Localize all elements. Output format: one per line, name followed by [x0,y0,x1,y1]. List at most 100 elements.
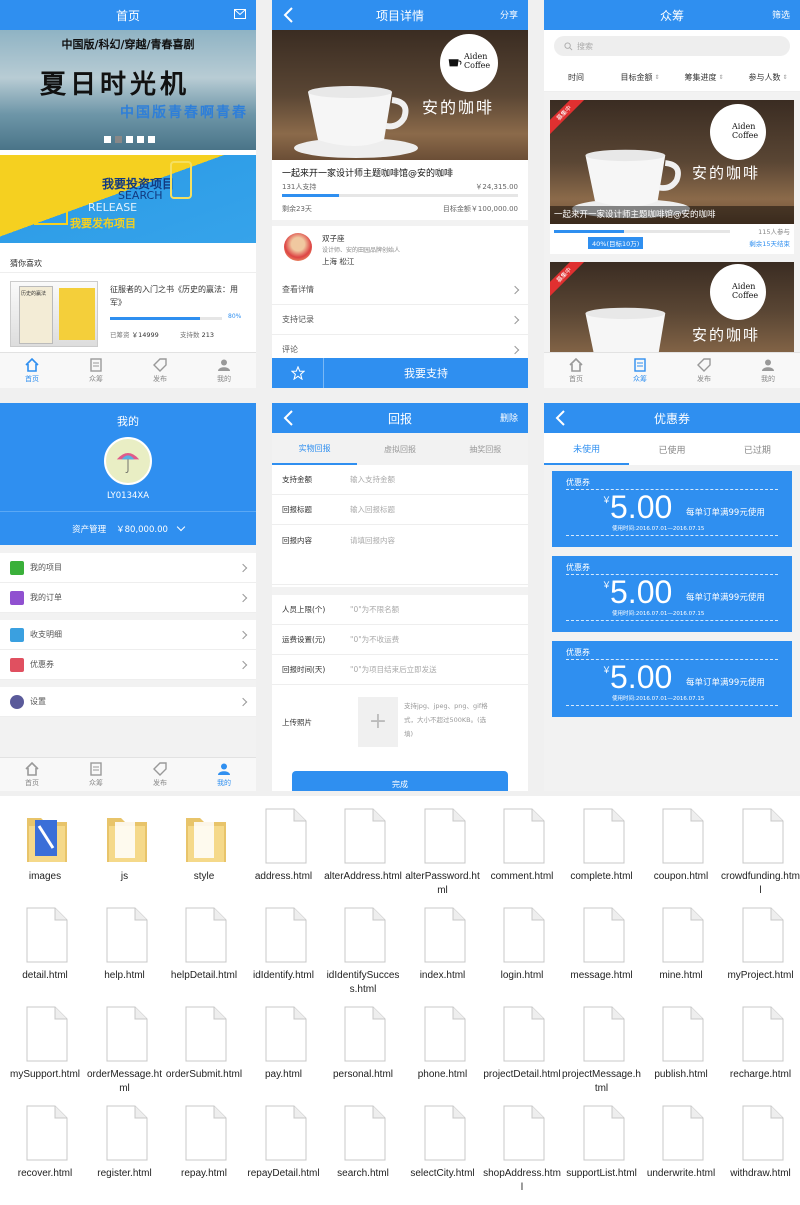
avatar[interactable] [104,437,152,485]
recommend-item[interactable]: 历史的赢法 征服者的入门之书《历史的赢法：用军》 80% 已筹资 ￥14999 … [0,272,256,352]
file-item[interactable]: message.html [562,899,642,998]
mail-icon[interactable] [234,9,246,19]
progress-bar [110,317,222,320]
carousel-dots[interactable] [104,136,155,143]
file-item[interactable]: pay.html [244,998,324,1097]
file-item[interactable]: mine.html [641,899,721,998]
file-item[interactable]: crowdfunding.html [721,800,800,899]
filter-button[interactable]: 筛选 [772,8,790,21]
tab-mine[interactable]: 我的 [736,353,800,388]
file-item[interactable]: projectMessage.html [562,998,642,1097]
file-item[interactable]: idIdentify.html [244,899,324,998]
file-item[interactable]: phone.html [403,998,483,1097]
file-item[interactable]: mySupport.html [5,998,85,1097]
menu-my-projects[interactable]: 我的项目 [0,553,256,583]
folder-item[interactable]: images [5,800,85,899]
menu-support-records[interactable]: 支持记录 [272,305,528,335]
tab-expired[interactable]: 已过期 [715,433,800,465]
share-button[interactable]: 分享 [500,8,518,21]
crowd-card-2[interactable]: 募集中 Aiden Coffee 安的咖啡 [550,262,794,362]
back-icon[interactable] [554,409,568,427]
done-button[interactable]: 完成 [292,771,508,791]
file-item[interactable]: search.html [323,1097,403,1196]
file-item[interactable]: comment.html [482,800,562,899]
tab-used[interactable]: 已使用 [629,433,714,465]
file-item[interactable]: selectCity.html [403,1097,483,1196]
tab-crowd[interactable]: 众筹 [608,353,672,388]
delete-button[interactable]: 删除 [500,411,518,424]
back-icon[interactable] [282,6,296,24]
sort-participants[interactable]: 参与人数 ⇕ [736,64,800,91]
tab-home[interactable]: 首页 [544,353,608,388]
file-item[interactable]: alterAddress.html [323,800,403,899]
file-item[interactable]: detail.html [5,899,85,998]
file-item[interactable]: complete.html [562,800,642,899]
file-item[interactable]: withdraw.html [721,1097,800,1196]
back-icon[interactable] [282,409,296,427]
tab-home[interactable]: 首页 [0,353,64,388]
support-button[interactable]: 我要支持 [324,358,528,388]
file-item[interactable]: projectDetail.html [482,998,562,1097]
sort-progress[interactable]: 筹集进度 ⇕ [672,64,736,91]
tab-mine[interactable]: 我的 [192,758,256,791]
tab-publish[interactable]: 发布 [128,758,192,791]
coupon-card[interactable]: 优惠券 ￥ 5.00 每单订单满99元使用 使用时间:2016.07.01—2016… [552,471,792,547]
file-item[interactable]: recharge.html [721,998,800,1097]
file-item[interactable]: orderSubmit.html [164,998,244,1097]
file-item[interactable]: address.html [244,800,324,899]
file-item[interactable]: orderMessage.html [85,998,165,1097]
tab-publish[interactable]: 发布 [672,353,736,388]
field-repay-content[interactable]: 回报内容 请填回报内容 [272,525,528,585]
upload-photo-button[interactable]: + [358,697,398,747]
menu-income-detail[interactable]: 收支明细 [0,620,256,650]
menu-my-orders[interactable]: 我的订单 [0,583,256,613]
file-item[interactable]: index.html [403,899,483,998]
tab-lottery[interactable]: 抽奖回报 [443,433,528,465]
file-item[interactable]: idIdentifySuccess.html [323,899,403,998]
field-repay-title[interactable]: 回报标题 输入回报标题 [272,495,528,525]
star-button[interactable] [272,358,324,388]
hero-banner[interactable]: 中国版/科幻/穿越/青春喜剧 夏日时光机 中国版青春啊青春 [0,30,256,150]
invest-publish-banner[interactable]: 我要投资项目 SEARCH RELEASE 我要发布项目 [0,155,256,243]
tab-crowd[interactable]: 众筹 [64,353,128,388]
crowd-card[interactable]: 募集中 Aiden Coffee 安的咖啡 一起来开一家设计师主题咖啡馆@安的咖… [550,100,794,254]
file-item[interactable]: repay.html [164,1097,244,1196]
tab-physical[interactable]: 实物回报 [272,433,358,465]
file-item[interactable]: login.html [482,899,562,998]
file-item[interactable]: myProject.html [721,899,800,998]
file-item[interactable]: coupon.html [641,800,721,899]
sort-target[interactable]: 目标金额 ⇕ [608,64,672,91]
file-item[interactable]: alterPassword.html [403,800,483,899]
menu-view-detail[interactable]: 查看详情 [272,275,528,305]
file-item[interactable]: recover.html [5,1097,85,1196]
file-item[interactable]: repayDetail.html [244,1097,324,1196]
file-item[interactable]: register.html [85,1097,165,1196]
file-item[interactable]: personal.html [323,998,403,1097]
field-support-amount[interactable]: 支持金额 输入支持金额 [272,465,528,495]
field-shipping[interactable]: 运费设置(元) "0"为不收运费 [272,625,528,655]
search-input[interactable]: 搜索 [554,36,790,56]
folder-item[interactable]: style [164,800,244,899]
folder-item[interactable]: js [85,800,165,899]
coupon-card[interactable]: 优惠券 ￥ 5.00 每单订单满99元使用 使用时间:2016.07.01—2016… [552,556,792,632]
file-item[interactable]: helpDetail.html [164,899,244,998]
sort-time[interactable]: 时间 [544,64,608,91]
tab-crowd[interactable]: 众筹 [64,758,128,791]
file-item[interactable]: underwrite.html [641,1097,721,1196]
menu-settings[interactable]: 设置 [0,687,256,717]
file-item[interactable]: supportList.html [562,1097,642,1196]
asset-bar[interactable]: 资产管理 ￥80,000.00 [0,511,256,545]
tab-mine[interactable]: 我的 [192,353,256,388]
field-repay-time[interactable]: 回报时间(天) "0"为项目结束后立即发送 [272,655,528,685]
tab-publish[interactable]: 发布 [128,353,192,388]
tab-virtual[interactable]: 虚拟回报 [357,433,442,465]
file-item[interactable]: help.html [85,899,165,998]
file-item[interactable]: publish.html [641,998,721,1097]
author-avatar[interactable] [284,233,312,261]
field-person-limit[interactable]: 人员上限(个) "0"为不限名额 [272,595,528,625]
file-item[interactable]: shopAddress.html [482,1097,562,1196]
coupon-card[interactable]: 优惠券 ￥ 5.00 每单订单满99元使用 使用时间:2016.07.01—2016… [552,641,792,717]
tab-home[interactable]: 首页 [0,758,64,791]
menu-coupons[interactable]: 优惠券 [0,650,256,680]
tab-unused[interactable]: 未使用 [544,433,630,465]
